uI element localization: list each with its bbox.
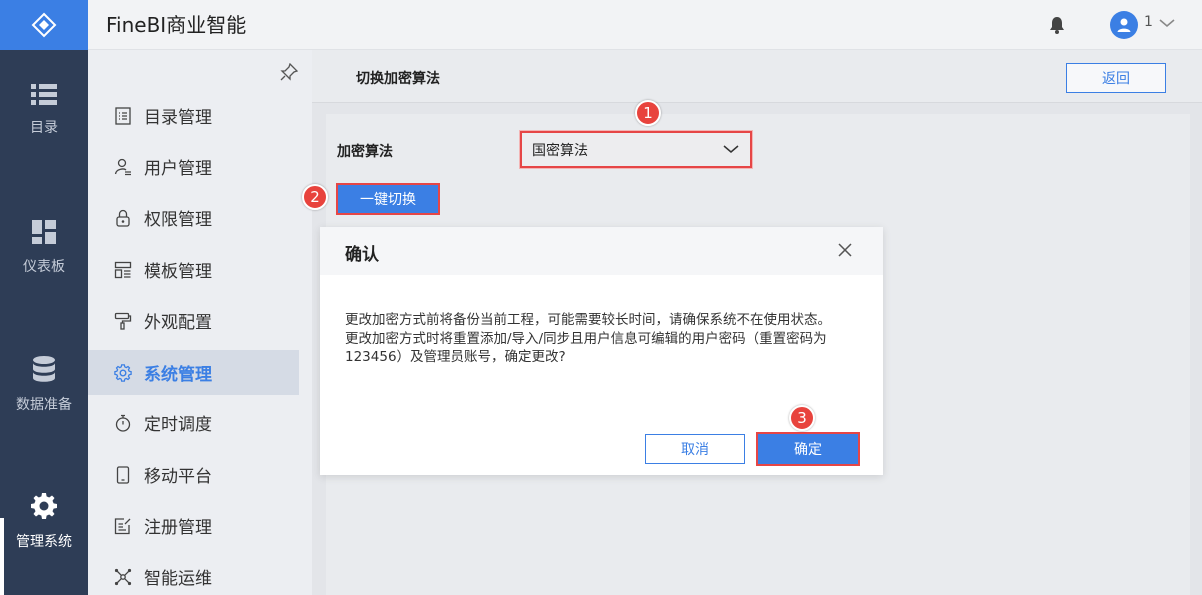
sidebar-item-label: 移动平台 bbox=[144, 467, 212, 487]
sidebar-item-template-management[interactable]: 模板管理 bbox=[88, 247, 299, 292]
sidebar-item-user-management[interactable]: 用户管理 bbox=[88, 144, 299, 189]
rail-item-data-prep[interactable]: 数据准备 bbox=[0, 325, 88, 445]
back-button[interactable]: 返回 bbox=[1066, 63, 1166, 93]
paint-roller-icon bbox=[114, 312, 132, 330]
sidebar-item-label: 目录管理 bbox=[144, 108, 212, 128]
bell-icon[interactable] bbox=[1048, 15, 1066, 35]
step-badge: 2 bbox=[302, 184, 328, 210]
sidebar-item-appearance[interactable]: 外观配置 bbox=[88, 298, 299, 343]
encryption-algorithm-select[interactable]: 国密算法 bbox=[520, 131, 752, 168]
dialog-message-line: 更改加密方式时将重置添加/导入/同步且用户信息可编辑的用户密码（重置密码为123… bbox=[345, 330, 827, 366]
network-icon bbox=[114, 568, 132, 585]
sidebar-item-registration[interactable]: 注册管理 bbox=[88, 503, 299, 548]
user-manage-icon bbox=[114, 158, 131, 175]
sidebar-item-label: 用户管理 bbox=[144, 159, 212, 179]
step-badge: 1 bbox=[635, 100, 661, 126]
close-icon[interactable] bbox=[838, 243, 852, 257]
encryption-algorithm-label: 加密算法 bbox=[337, 144, 393, 160]
sidebar-item-system-management[interactable]: 系统管理 bbox=[88, 350, 299, 395]
dialog-message: 更改加密方式前将备份当前工程，可能需要较长时间，请确保系统不在使用状态。 更改加… bbox=[345, 311, 865, 367]
rail-item-admin[interactable]: 管理系统 bbox=[0, 462, 88, 582]
dashboard-icon bbox=[32, 220, 56, 244]
rail-item-label: 仪表板 bbox=[23, 259, 65, 275]
one-click-switch-button[interactable]: 一键切换 bbox=[336, 183, 440, 215]
avatar[interactable] bbox=[1110, 11, 1138, 39]
rail-item-dashboard[interactable]: 仪表板 bbox=[0, 188, 88, 308]
select-value: 国密算法 bbox=[532, 142, 588, 159]
dialog-message-line: 更改加密方式前将备份当前工程，可能需要较长时间，请确保系统不在使用状态。 bbox=[345, 312, 831, 328]
app-title: FineBI商业智能 bbox=[106, 13, 247, 37]
rail-item-directory[interactable]: 目录 bbox=[0, 50, 88, 170]
user-icon bbox=[1117, 18, 1131, 32]
page-title: 切换加密算法 bbox=[356, 71, 440, 87]
sidebar-item-label: 系统管理 bbox=[144, 365, 212, 385]
rail-item-label: 目录 bbox=[30, 120, 58, 136]
rail-active-indicator bbox=[0, 518, 4, 595]
chevron-down-icon bbox=[723, 145, 739, 153]
register-icon bbox=[114, 517, 131, 534]
step-badge: 3 bbox=[789, 405, 815, 431]
chevron-down-icon[interactable] bbox=[1158, 17, 1176, 29]
sidebar-item-label: 注册管理 bbox=[144, 518, 212, 538]
timer-icon bbox=[115, 414, 131, 432]
rail-item-label: 数据准备 bbox=[16, 397, 72, 413]
confirm-button[interactable]: 确定 bbox=[756, 432, 860, 466]
sidebar-item-mobile-platform[interactable]: 移动平台 bbox=[88, 452, 299, 497]
list-icon bbox=[31, 84, 57, 105]
sidebar-item-label: 智能运维 bbox=[144, 569, 212, 589]
user-name[interactable]: 1 bbox=[1144, 14, 1153, 30]
sidebar-item-label: 定时调度 bbox=[144, 415, 212, 435]
sidebar-item-directory-management[interactable]: 目录管理 bbox=[88, 93, 299, 138]
sidebar-item-label: 权限管理 bbox=[144, 210, 212, 230]
sidebar-item-label: 外观配置 bbox=[144, 313, 212, 333]
catalog-icon bbox=[115, 106, 131, 125]
lock-icon bbox=[116, 209, 130, 227]
template-icon bbox=[114, 261, 132, 278]
sidebar-item-smart-ops[interactable]: 智能运维 bbox=[88, 554, 299, 595]
sidebar-item-scheduling[interactable]: 定时调度 bbox=[88, 400, 299, 445]
gear-icon bbox=[31, 493, 57, 519]
rail-item-label: 管理系统 bbox=[16, 534, 72, 550]
settings-icon bbox=[114, 363, 132, 382]
cancel-button[interactable]: 取消 bbox=[645, 434, 745, 464]
logo[interactable] bbox=[0, 0, 88, 50]
mobile-icon bbox=[116, 465, 130, 484]
dialog-header bbox=[320, 227, 883, 275]
logo-icon bbox=[31, 12, 57, 38]
dialog-title: 确认 bbox=[345, 245, 379, 265]
database-icon bbox=[33, 356, 55, 382]
sidebar-item-permission-management[interactable]: 权限管理 bbox=[88, 195, 299, 240]
pin-icon[interactable] bbox=[280, 63, 298, 81]
sidebar-item-label: 模板管理 bbox=[144, 262, 212, 282]
